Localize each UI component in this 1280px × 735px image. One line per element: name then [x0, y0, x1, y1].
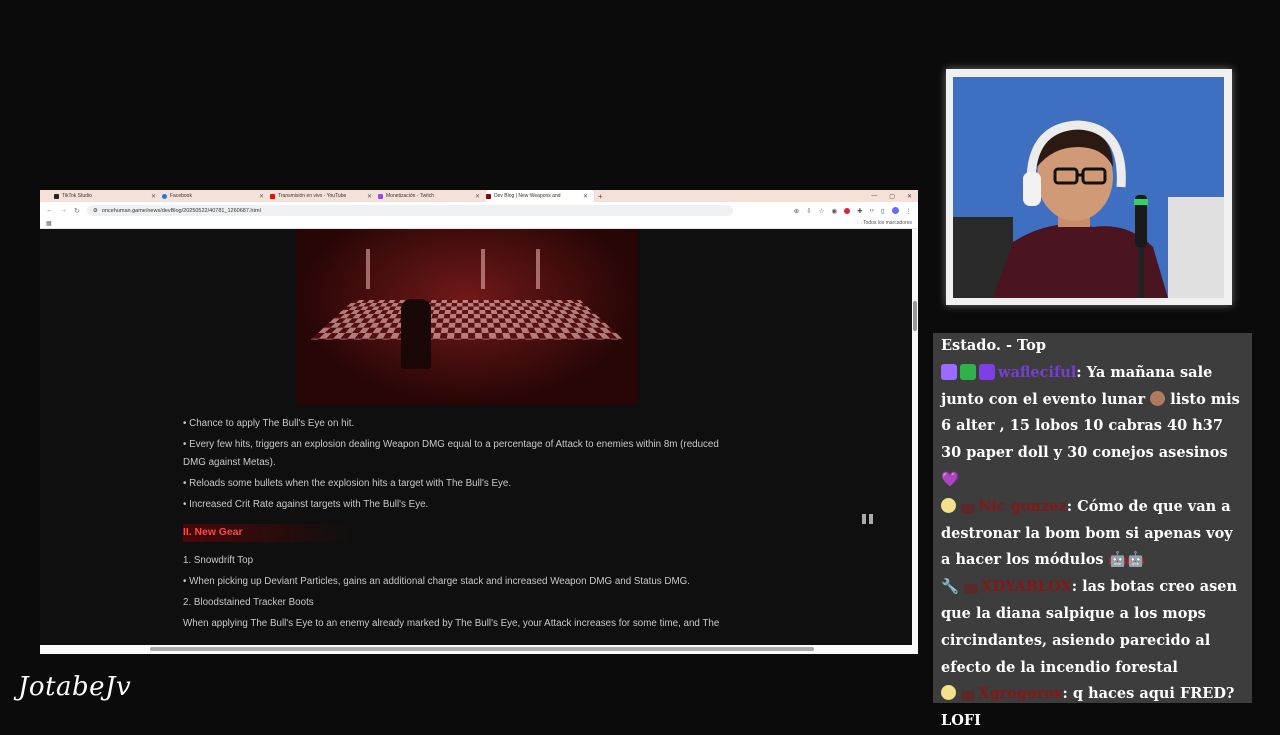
site-info-icon[interactable]: ⚙	[93, 208, 98, 214]
tab-youtube[interactable]: Transmisión en vivo - YouTube ✕	[270, 193, 378, 199]
chat-username[interactable]: XDYABLOX	[981, 578, 1072, 595]
tab-label: Facebook	[170, 193, 192, 199]
menu-icon[interactable]: ⋮	[906, 207, 913, 215]
address-bar: ← → ↻ ⚙ oncehuman.game/news/devBlog/2025…	[40, 202, 918, 219]
gear-item: 2. Bloodstained Tracker Boots	[183, 594, 743, 612]
page-content: • Chance to apply The Bull's Eye on hit.…	[40, 229, 912, 645]
puzzle-icon[interactable]: ✚	[857, 207, 862, 215]
tab-devblog[interactable]: Dev Blog | New Weapons and ✕	[486, 190, 594, 202]
light-beam	[481, 249, 485, 289]
light-beam	[536, 249, 540, 289]
bookmark-star-icon[interactable]: ☆	[819, 207, 825, 215]
record-extension-icon[interactable]	[844, 208, 850, 214]
url-input[interactable]: ⚙ oncehuman.game/news/devBlog/20250522/4…	[87, 205, 733, 216]
tab-label: Dev Blog | New Weapons and	[494, 193, 561, 199]
tab-label: TikTok Studio	[62, 193, 92, 199]
close-tab-icon[interactable]: ✕	[259, 193, 264, 199]
chat-message: Xgrogorox: q haces aqui FRED? LOFI	[941, 681, 1244, 735]
chat-username[interactable]: Xgrogorox	[978, 685, 1062, 702]
close-tab-icon[interactable]: ✕	[475, 193, 480, 199]
badge-icon	[961, 691, 975, 701]
bullet-item: • Chance to apply The Bull's Eye on hit.	[183, 415, 743, 433]
bullet-item: • Increased Crit Rate against targets wi…	[183, 496, 743, 514]
horizontal-scrollbar[interactable]	[40, 645, 918, 654]
extension-icon[interactable]: ◉	[831, 207, 837, 215]
new-tab-button[interactable]: +	[598, 192, 603, 201]
tab-label: Monetización - Twitch	[386, 193, 434, 199]
tab-facebook[interactable]: Facebook ✕	[162, 193, 270, 199]
sidepanel-icon[interactable]: ▯	[881, 207, 885, 215]
twitch-icon	[378, 194, 383, 199]
tab-tiktok[interactable]: TikTok Studio ✕	[54, 193, 162, 199]
webcam-frame	[946, 69, 1232, 305]
light-beam	[366, 249, 370, 289]
moon-badge-icon	[941, 498, 956, 513]
emote-icon	[1150, 391, 1165, 406]
gear-item: 1. Snowdrift Top	[183, 552, 743, 570]
browser-window: TikTok Studio ✕ Facebook ✕ Transmisión e…	[40, 190, 918, 654]
article-body: • Chance to apply The Bull's Eye on hit.…	[183, 415, 743, 636]
oncehuman-icon	[486, 194, 491, 199]
reload-icon[interactable]: ↻	[74, 207, 80, 215]
badge-icon	[964, 584, 978, 594]
install-icon[interactable]: ⇩	[806, 207, 811, 215]
close-window-icon[interactable]: ✕	[907, 193, 912, 200]
youtube-icon	[270, 194, 275, 199]
purple-heart-icon: 💜	[941, 471, 959, 488]
devtools-icon[interactable]: ‹›	[870, 207, 874, 214]
bookmarks-folder[interactable]: 🗀 Todos los marcadores	[857, 220, 912, 228]
section-title: II. New Gear	[183, 524, 353, 542]
back-icon[interactable]: ←	[46, 207, 53, 214]
bookmarks-bar: ▦ 🗀 Todos los marcadores	[40, 219, 918, 229]
chat-header: Estado. - Top	[941, 333, 1244, 360]
tiktok-icon	[54, 194, 59, 199]
badge-icon	[961, 504, 975, 514]
profile-avatar[interactable]	[892, 207, 899, 214]
url-text: oncehuman.game/news/devBlog/20250522/407…	[102, 208, 261, 214]
bullet-item: • Every few hits, triggers an explosion …	[183, 436, 743, 472]
close-tab-icon[interactable]: ✕	[583, 193, 588, 200]
toolbar: ⊕ ⇩ ☆ ◉ ✚ ‹› ▯ ⋮	[794, 207, 912, 215]
scrollbar-thumb[interactable]	[913, 301, 917, 331]
game-screenshot	[296, 229, 638, 405]
vertical-scrollbar[interactable]	[912, 229, 918, 645]
checkered-floor	[311, 300, 624, 340]
channel-watermark: JotabeJv	[18, 672, 131, 702]
emote-icon: 🤖🤖	[1109, 551, 1145, 568]
bullet-item: • Reloads some bullets when the explosio…	[183, 475, 743, 493]
streamer-illustration	[953, 77, 1224, 298]
character-silhouette	[401, 299, 431, 369]
subscriber-badge-icon	[941, 364, 957, 380]
window-controls: — ▢ ✕	[871, 193, 918, 200]
tab-bar: TikTok Studio ✕ Facebook ✕ Transmisión e…	[40, 190, 918, 202]
webcam-feed	[953, 77, 1224, 298]
chat-username[interactable]: wafleciful	[998, 364, 1076, 381]
pause-icon[interactable]	[861, 512, 875, 526]
close-tab-icon[interactable]: ✕	[367, 193, 372, 199]
chat-username[interactable]: Nic gonzez	[978, 498, 1067, 515]
maximize-icon[interactable]: ▢	[889, 193, 895, 200]
apps-grid-icon[interactable]: ▦	[46, 220, 52, 227]
minimize-icon[interactable]: —	[871, 193, 877, 200]
sword-badge-icon	[960, 364, 976, 380]
chat-message: Nic gonzez: Cómo de que van a destronar …	[941, 494, 1244, 574]
facebook-icon	[162, 194, 167, 199]
zoom-icon[interactable]: ⊕	[794, 207, 799, 215]
chat-panel: Estado. - Top wafleciful: Ya mañana sale…	[933, 333, 1252, 703]
wrench-badge-icon: 🔧	[941, 578, 959, 595]
chat-message: wafleciful: Ya mañana sale junto con el …	[941, 360, 1244, 494]
moon-badge-icon	[941, 685, 956, 700]
chat-message: 🔧 XDYABLOX: las botas creo asen que la d…	[941, 574, 1244, 681]
scrollbar-thumb[interactable]	[150, 647, 814, 651]
tab-twitch[interactable]: Monetización - Twitch ✕	[378, 193, 486, 199]
tab-label: Transmisión en vivo - YouTube	[278, 193, 346, 199]
forward-icon[interactable]: →	[60, 207, 67, 214]
gear-item: • When picking up Deviant Particles, gai…	[183, 573, 743, 591]
gear-item: When applying The Bull's Eye to an enemy…	[183, 615, 743, 633]
twitch-badge-icon	[979, 364, 995, 380]
close-tab-icon[interactable]: ✕	[151, 193, 156, 199]
